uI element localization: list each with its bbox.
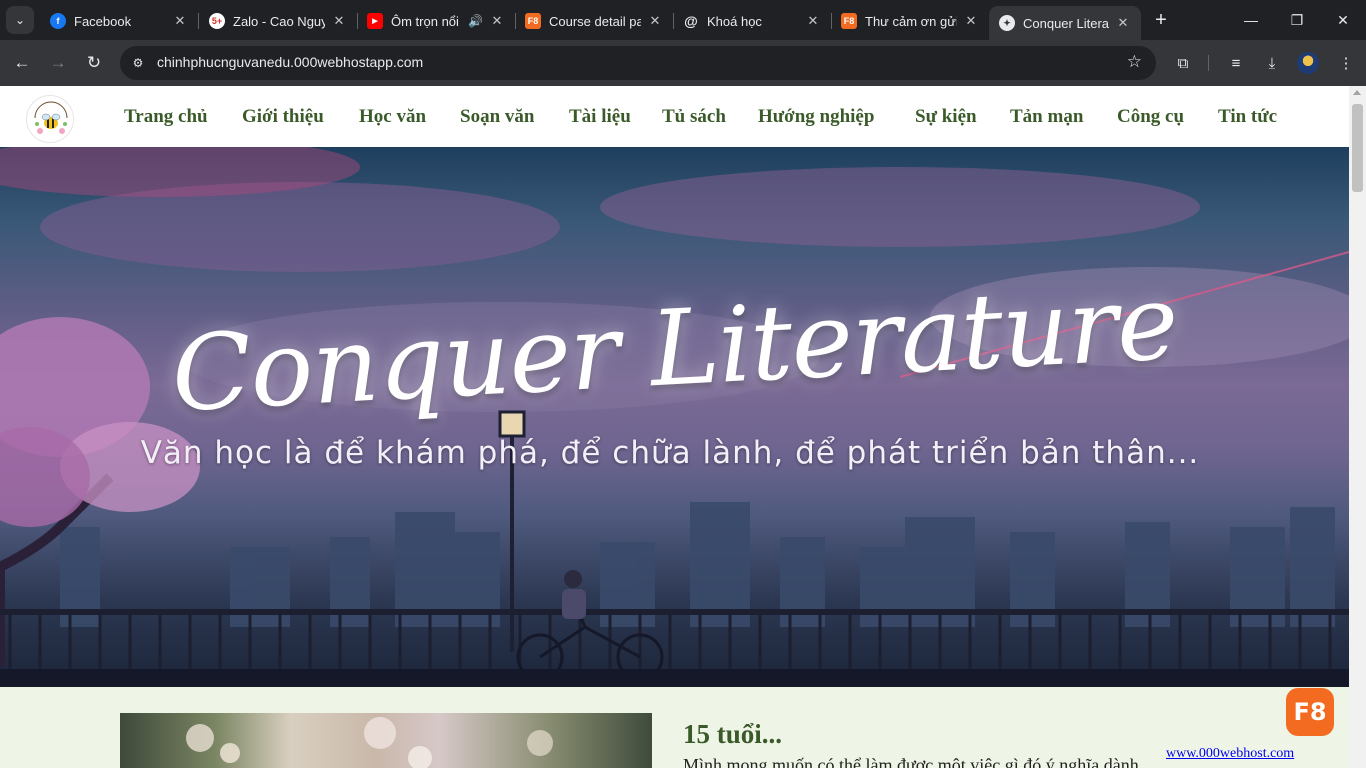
close-icon[interactable]: ✕ [331, 13, 347, 29]
nav-hoc-van[interactable]: Học văn [359, 106, 426, 128]
puzzle-icon: ⧉ [1177, 54, 1189, 72]
new-tab-button[interactable]: + [1150, 9, 1172, 31]
scrollbar-thumb[interactable] [1352, 104, 1363, 192]
media-control-button[interactable]: ≡ [1225, 52, 1247, 74]
restore-button[interactable]: ❐ [1274, 6, 1320, 34]
page-scrollbar[interactable] [1349, 86, 1366, 768]
playlist-icon: ≡ [1231, 54, 1241, 72]
back-button[interactable]: ← [10, 51, 34, 75]
restore-icon: ❐ [1290, 11, 1304, 28]
post-title[interactable]: 15 tuổi... [683, 719, 782, 750]
minimize-icon: — [1244, 12, 1258, 28]
kebab-menu-icon: ⋮ [1338, 55, 1354, 72]
hero-banner: Conquer Literature Văn học là để khám ph… [0, 147, 1349, 687]
close-icon[interactable]: ✕ [963, 13, 979, 29]
forward-button[interactable]: → [46, 51, 70, 75]
tab-khoa-hoc[interactable]: @ Khoá học ✕ [673, 6, 832, 36]
close-icon[interactable]: ✕ [172, 13, 188, 29]
spiral-icon: @ [684, 13, 698, 29]
plus-icon: + [1155, 8, 1167, 31]
youtube-icon: ▶ [367, 13, 383, 29]
nav-tu-sach[interactable]: Tủ sách [662, 106, 726, 128]
nav-soan-van[interactable]: Soạn văn [460, 106, 534, 128]
tab-title: Zalo - Cao Nguy [233, 13, 325, 29]
nav-su-kien[interactable]: Sự kiện [915, 106, 977, 128]
close-icon[interactable]: ✕ [805, 13, 821, 29]
f8-floating-badge[interactable]: F8 [1286, 688, 1334, 736]
nav-tan-man[interactable]: Tản mạn [1010, 106, 1083, 128]
tab-title: Ôm trọn nổi [391, 13, 459, 29]
address-bar[interactable]: ⚙ chinhphucnguvanedu.000webhostapp.com ☆ [120, 46, 1156, 80]
nav-trang-chu[interactable]: Trang chủ [124, 106, 208, 128]
tab-strip: ⌄ f Facebook ✕ 5+ Zalo - Cao Nguy ✕ ▶ Ôm… [0, 0, 1366, 40]
nav-tin-tuc[interactable]: Tin tức [1218, 106, 1277, 128]
minimize-button[interactable]: — [1228, 6, 1274, 34]
downloads-button[interactable]: ⤓ [1261, 52, 1283, 74]
site-logo[interactable] [26, 95, 74, 143]
chrome-menu-button[interactable]: ⋮ [1335, 52, 1357, 74]
tab-title: Thư cảm ơn gửi [865, 13, 957, 29]
tab-facebook[interactable]: f Facebook ✕ [40, 6, 199, 36]
webhost-banner-link[interactable]: www.000webhost.com [1166, 746, 1294, 762]
nav-tai-lieu[interactable]: Tài liệu [569, 106, 631, 128]
chevron-down-icon: ⌄ [14, 13, 26, 27]
tab-title: Course detail pa [549, 13, 641, 29]
site-header: Trang chủ Giới thiệu Học văn Soạn văn Tà… [0, 86, 1349, 147]
url-text[interactable]: chinhphucnguvanedu.000webhostapp.com [157, 54, 423, 70]
close-icon: ✕ [1337, 11, 1349, 28]
tab-title: Khoá học [707, 13, 762, 29]
arrow-left-icon: ← [13, 53, 31, 72]
tab-conquer-literature[interactable]: ✦ Conquer Literatu ✕ [989, 6, 1141, 40]
hero-tagline: Văn học là để khám phá, để chữa lành, để… [140, 435, 1200, 471]
zalo-icon: 5+ [209, 13, 225, 29]
reload-icon: ↻ [86, 53, 102, 72]
content-section: 15 tuổi... Mình mong muốn có thể làm đượ… [0, 687, 1349, 768]
tab-course-detail[interactable]: F8 Course detail pa ✕ [515, 6, 674, 36]
close-icon[interactable]: ✕ [489, 13, 505, 29]
nav-gioi-thieu[interactable]: Giới thiệu [242, 106, 324, 128]
tab-zalo[interactable]: 5+ Zalo - Cao Nguy ✕ [199, 6, 358, 36]
page-viewport: Trang chủ Giới thiệu Học văn Soạn văn Tà… [0, 86, 1366, 768]
scroll-up-arrow-icon[interactable] [1353, 90, 1361, 95]
floral-thumbnail-image [186, 717, 553, 768]
browser-toolbar: ← → ↻ ⚙ chinhphucnguvanedu.000webhostapp… [0, 40, 1366, 86]
close-icon[interactable]: ✕ [1115, 15, 1131, 31]
facebook-icon: f [50, 13, 66, 29]
bookmark-star-icon[interactable]: ☆ [1127, 52, 1142, 72]
tab-thu-cam-on[interactable]: F8 Thư cảm ơn gửi ✕ [831, 6, 989, 36]
speaker-icon[interactable]: 🔊 [468, 14, 483, 28]
download-icon: ⤓ [1268, 54, 1276, 72]
site-info-icon[interactable]: ⚙ [128, 53, 148, 73]
nav-cong-cu[interactable]: Công cụ [1117, 106, 1184, 128]
f8-icon: F8 [841, 13, 857, 29]
post-thumbnail[interactable] [120, 713, 652, 768]
extensions-button[interactable]: ⧉ [1172, 52, 1194, 74]
tab-search-button[interactable]: ⌄ [6, 6, 34, 34]
profile-avatar[interactable] [1297, 52, 1319, 74]
tab-title: Conquer Literatu [1023, 15, 1109, 31]
bee-logo-icon [28, 97, 73, 142]
tab-youtube[interactable]: ▶ Ôm trọn nổi 🔊 ✕ [357, 6, 516, 36]
reload-button[interactable]: ↻ [82, 51, 106, 75]
toolbar-divider [1208, 55, 1209, 71]
close-window-button[interactable]: ✕ [1320, 6, 1366, 34]
nav-huong-nghiep[interactable]: Hướng nghiệp [758, 106, 874, 128]
post-excerpt: Mình mong muốn có thể làm được một việc … [683, 755, 1139, 768]
compass-icon: ✦ [999, 15, 1015, 31]
arrow-right-icon: → [49, 53, 67, 72]
tab-title: Facebook [74, 13, 132, 29]
close-icon[interactable]: ✕ [647, 13, 663, 29]
f8-icon: F8 [525, 13, 541, 29]
